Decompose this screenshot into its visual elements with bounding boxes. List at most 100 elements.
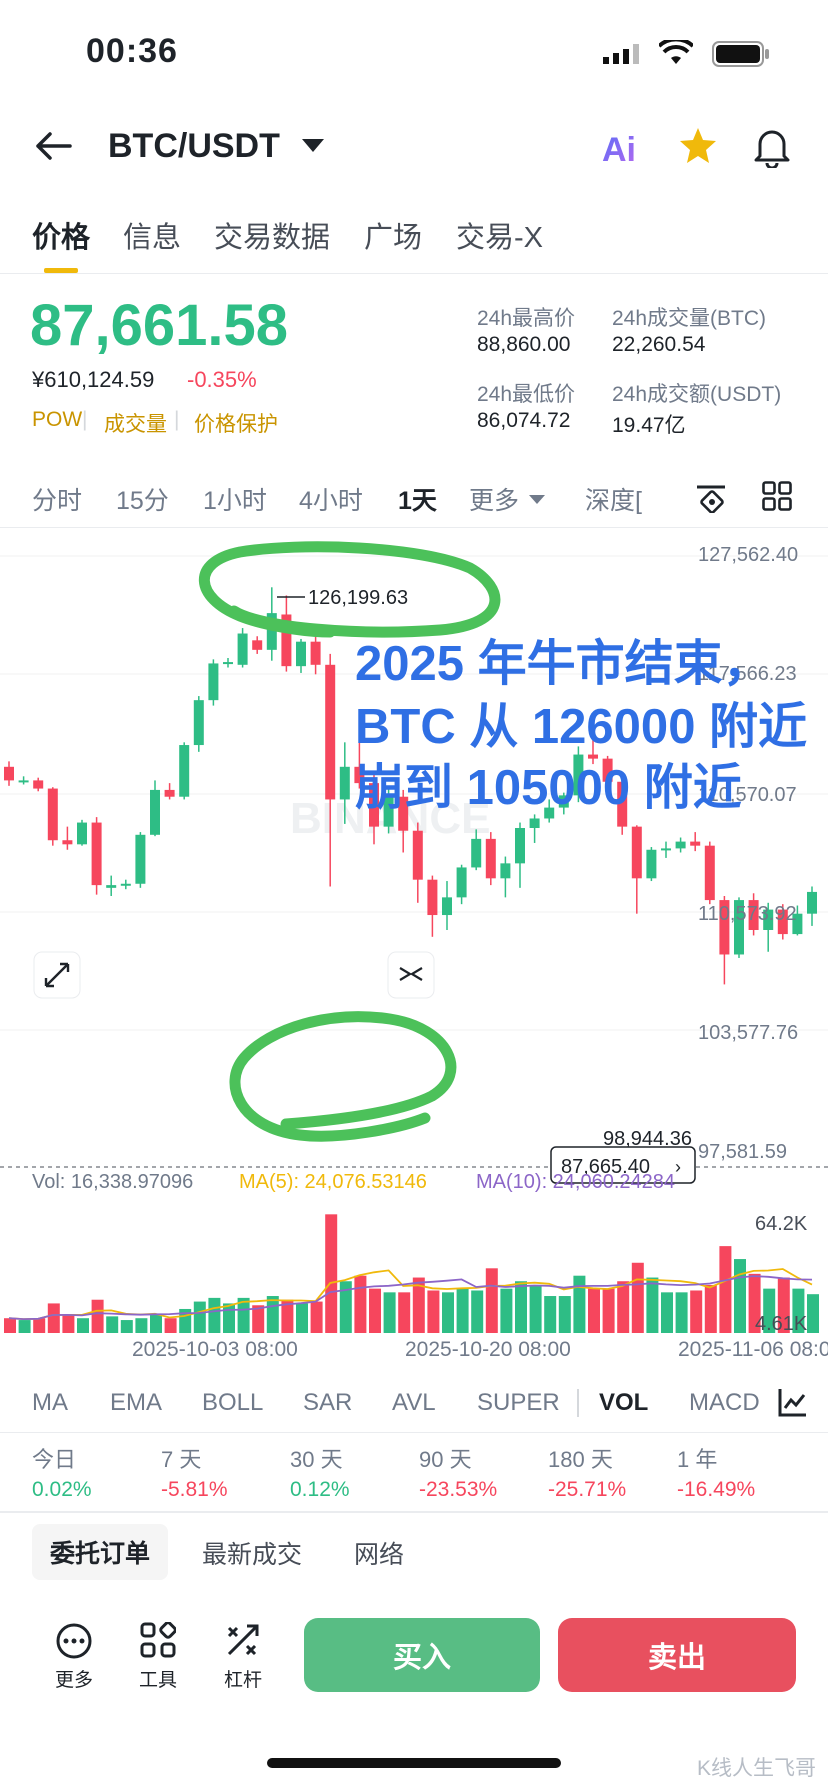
leverage-label[interactable]: 杠杆 [213,1665,273,1692]
perf-label-180d: 180 天 [548,1447,613,1472]
vol-ma5: MA(5): 24,076.53146 [239,1171,427,1193]
ai-assistant-icon[interactable]: Ai [602,128,648,173]
tab-network[interactable]: 网络 [354,1535,404,1571]
high-price-label: 126,199.63 [308,587,408,609]
indicator-chart-icon[interactable] [777,1386,809,1423]
candle [310,641,321,665]
current-price-chevron-icon: › [675,1157,681,1177]
interval-4h[interactable]: 4小时 [299,481,363,517]
date-label: 2025-10-03 08:00 [132,1338,298,1358]
interval-timeline[interactable]: 分时 [32,481,82,517]
tab-square[interactable]: 广场 [364,214,422,256]
candle [412,830,423,880]
volume-bar [456,1288,469,1333]
candle [296,641,306,667]
candle [179,745,190,797]
tag-volume[interactable]: 成交量 [104,408,167,438]
volume-bar [325,1214,338,1333]
buy-button[interactable]: 买入 [304,1618,540,1692]
candle [646,849,657,879]
tab-trade-x[interactable]: 交易-X [456,214,543,256]
more-label[interactable]: 更多 [44,1665,104,1692]
bell-icon[interactable] [754,126,790,173]
stat-24h-high-label: 24h最高价 [477,307,576,330]
chart-settings-icon[interactable] [695,481,727,518]
leverage-icon[interactable] [225,1622,261,1663]
back-arrow-icon[interactable] [34,131,72,166]
interval-1h[interactable]: 1小时 [203,481,267,517]
tools-label[interactable]: 工具 [128,1665,188,1692]
stat-24h-high-value: 88,860.00 [477,333,571,356]
perf-value-30d: 0.12% [290,1478,350,1501]
tab-info[interactable]: 信息 [123,214,181,256]
candle [77,822,87,845]
cny-price: ¥610,124.59 [32,367,155,392]
annotation-text: 2025 年牛市结束， BTC 从 126000 附近 崩到 105000 附近 [355,637,807,815]
candle [471,838,482,868]
volume-bar [646,1277,659,1333]
indicator-boll[interactable]: BOLL [202,1389,263,1417]
more-caret-icon [529,492,545,510]
grid-layout-icon[interactable] [762,481,792,516]
annotation-line-1: 2025 年牛市结束， [355,637,772,691]
volume-bar [77,1318,89,1333]
tag-price-protection[interactable]: 价格保护 [194,408,278,438]
volume-bar [558,1296,571,1333]
sell-button[interactable]: 卖出 [558,1618,796,1692]
candle [208,663,219,701]
volume-bar [602,1288,615,1333]
candle [223,662,233,665]
tab-price[interactable]: 价格 [32,214,90,256]
tag-pow[interactable]: POW [32,408,82,432]
candle [237,633,248,665]
vol-axis-max: 64.2K [755,1213,808,1235]
indicator-sar[interactable]: SAR [303,1389,352,1417]
volume-bar [383,1292,396,1333]
interval-15m[interactable]: 15分 [116,481,169,517]
interval-more[interactable]: 更多 [469,481,519,517]
volume-bar [734,1259,746,1333]
indicator-ma[interactable]: MA [32,1389,68,1417]
tab-latest-trades[interactable]: 最新成交 [202,1535,302,1571]
candle [120,883,131,886]
interval-1d[interactable]: 1天 [398,481,437,517]
perf-value-180d: -25.71% [548,1478,627,1501]
indicator-avl[interactable]: AVL [392,1389,436,1417]
volume-bar [471,1290,484,1333]
candlestick-chart[interactable]: BINANCE 127,562.40117,566.23110,570.0711… [0,528,828,1358]
candle [690,841,701,846]
tab-open-orders[interactable]: 委托订单 [32,1524,169,1580]
stat-24h-low-label: 24h最低价 [477,383,576,406]
home-indicator [267,1758,561,1768]
volume-bar [62,1314,75,1333]
indicator-vol[interactable]: VOL [599,1389,648,1417]
zoom-icon[interactable] [387,951,435,999]
annotation-line-2: BTC 从 126000 附近 [355,700,807,754]
volume-bar [807,1294,819,1333]
stat-24h-vol-btc-label: 24h成交量(BTC) [612,307,767,330]
indicator-ema[interactable]: EMA [110,1389,162,1417]
stat-24h-low-value: 86,074.72 [477,409,571,432]
fullscreen-icon[interactable] [33,951,81,999]
pair-title[interactable]: BTC/USDT [108,127,280,166]
annotation-line-3: 崩到 105000 附近 [355,761,742,815]
more-icon[interactable] [55,1622,93,1665]
star-icon[interactable] [678,127,718,170]
perf-value-today: 0.02% [32,1478,92,1501]
indicator-super[interactable]: SUPER [477,1389,560,1417]
volume-bar [223,1303,235,1333]
ai-label: Ai [602,131,636,168]
dropdown-caret-icon[interactable] [302,139,324,158]
indicator-macd[interactable]: MACD [689,1389,760,1417]
tag-separator: | [174,408,180,431]
candle [339,766,350,800]
interval-depth[interactable]: 深度[ [585,481,642,517]
tab-trading-data[interactable]: 交易数据 [214,214,330,256]
perf-label-30d: 30 天 [290,1447,343,1472]
volume-bar [617,1281,630,1333]
volume-bar [18,1320,31,1333]
volume-bar [150,1314,162,1333]
perf-label-90d: 90 天 [419,1447,472,1472]
volume-bar [573,1275,586,1333]
tools-icon[interactable] [140,1621,177,1663]
